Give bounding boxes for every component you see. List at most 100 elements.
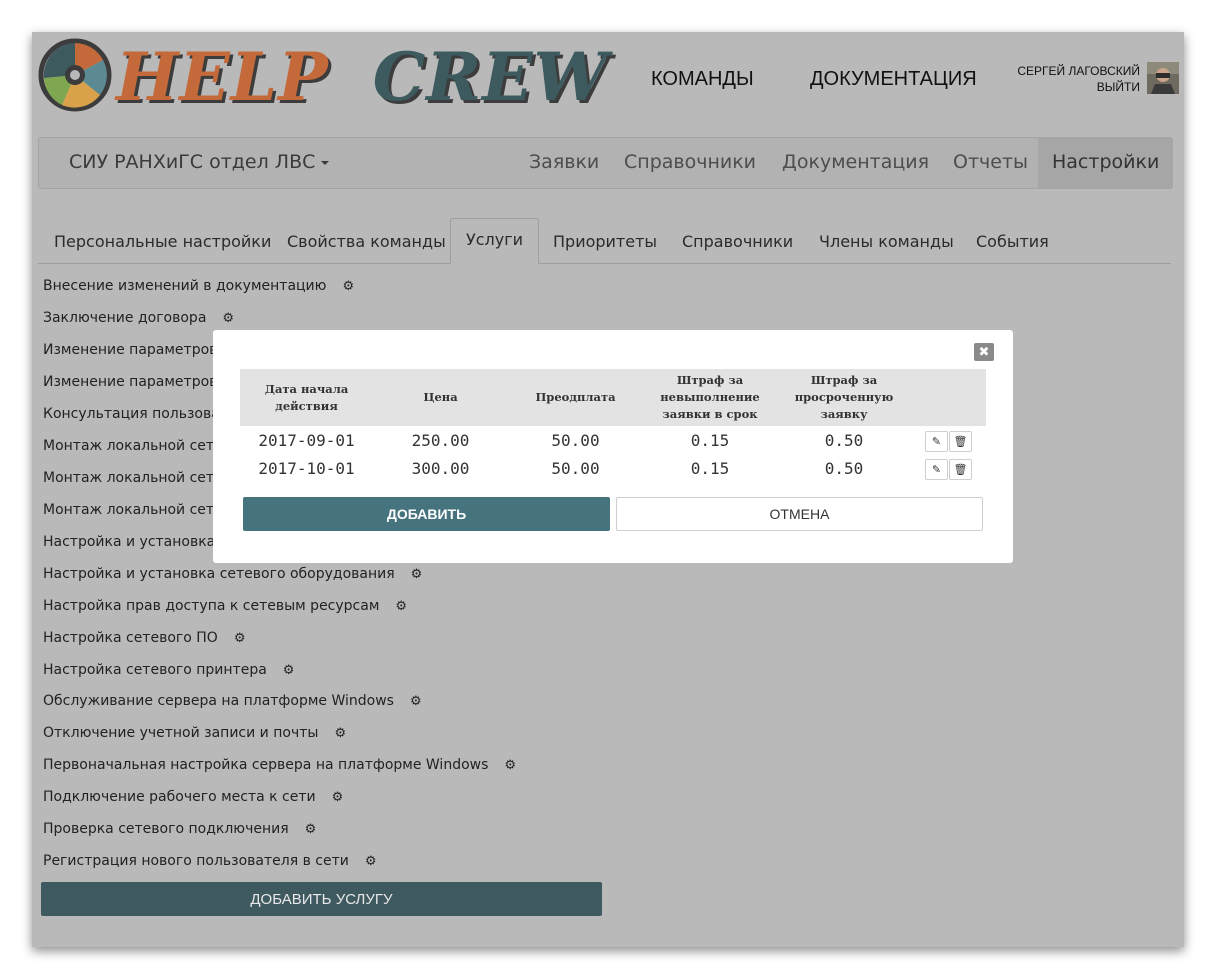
service-name[interactable]: Проверка сетевого подключения <box>43 821 289 837</box>
team-selector[interactable]: СИУ РАНХиГС отдел ЛВС <box>69 151 330 173</box>
service-item: Подключение рабочего места к сети ⚙ <box>43 789 343 805</box>
logo-word-help: HELP <box>116 38 329 116</box>
cell-fine-late: 0.50 <box>824 458 864 478</box>
service-name[interactable]: Консультация пользовате <box>43 406 237 422</box>
logo-word-crew: CREW <box>372 38 609 116</box>
logo-wheel-icon <box>38 38 112 112</box>
nav-requests[interactable]: Заявки <box>529 151 599 173</box>
service-item: Заключение договора ⚙ <box>43 310 234 326</box>
service-name[interactable]: Регистрация нового пользователя в сети <box>43 853 349 869</box>
top-nav-documentation[interactable]: ДОКУМЕНТАЦИЯ <box>810 68 977 91</box>
cell-prepayment: 50.00 <box>551 430 600 450</box>
service-item: Настройка сетевого принтера ⚙ <box>43 662 294 678</box>
service-item: Изменение параметров д <box>43 342 232 358</box>
service-name[interactable]: Настройка и установка се <box>43 534 236 550</box>
service-item: Консультация пользовате <box>43 406 237 422</box>
trash-icon[interactable]: 🗑 <box>949 431 972 452</box>
settings-tabs: Персональные настройки Свойства команды … <box>38 218 1171 264</box>
user-menu: СЕРГЕЙ ЛАГОВСКИЙ ВЫЙТИ <box>1017 63 1140 95</box>
gear-icon[interactable]: ⚙ <box>395 599 407 614</box>
nav-reports[interactable]: Отчеты <box>953 151 1028 173</box>
service-name[interactable]: Изменение параметров д <box>43 342 232 358</box>
gear-icon[interactable]: ⚙ <box>411 567 423 582</box>
nav-references[interactable]: Справочники <box>624 151 756 173</box>
gear-icon[interactable]: ⚙ <box>410 694 422 709</box>
tab-references[interactable]: Справочники <box>682 232 793 251</box>
service-name[interactable]: Обслуживание сервера на платформе Window… <box>43 693 394 709</box>
nav-settings-label: Настройки <box>1052 151 1160 173</box>
tab-priorities[interactable]: Приоритеты <box>553 232 657 251</box>
service-name[interactable]: Внесение изменений в документацию <box>43 278 326 294</box>
column-header-price: Цена <box>423 390 458 404</box>
cell-fine-failure: 0.15 <box>690 458 730 478</box>
cell-price: 300.00 <box>411 458 470 478</box>
service-item: Монтаж локальной сети н <box>43 438 237 454</box>
cell-price: 250.00 <box>411 430 470 450</box>
column-header-prepayment: Преодплата <box>535 390 616 404</box>
team-name: СИУ РАНХиГС отдел ЛВС <box>69 151 316 173</box>
service-item: Первоначальная настройка сервера на плат… <box>43 757 516 773</box>
trash-icon[interactable]: 🗑 <box>949 459 972 480</box>
tab-personal-settings[interactable]: Персональные настройки <box>54 232 271 251</box>
service-name[interactable]: Монтаж локальной сети с <box>43 502 235 518</box>
nav-settings[interactable]: Настройки <box>1038 138 1172 188</box>
user-name[interactable]: СЕРГЕЙ ЛАГОВСКИЙ <box>1017 63 1140 79</box>
service-price-modal: ✖ Дата начала действия Цена Преодплата Ш… <box>213 330 1013 563</box>
cell-fine-late: 0.50 <box>824 430 864 450</box>
table-row: 2017-10-01 300.00 50.00 0.15 0.50 ✎ 🗑 <box>240 454 986 482</box>
service-name[interactable]: Первоначальная настройка сервера на плат… <box>43 757 488 773</box>
service-name[interactable]: Отключение учетной записи и почты <box>43 725 318 741</box>
gear-icon[interactable]: ⚙ <box>234 631 246 646</box>
cell-prepayment: 50.00 <box>551 458 600 478</box>
avatar-image <box>1147 62 1179 94</box>
gear-icon[interactable]: ⚙ <box>305 822 317 837</box>
service-item: Настройка сетевого ПО ⚙ <box>43 630 245 646</box>
gear-icon[interactable]: ⚙ <box>332 790 344 805</box>
service-item: Настройка и установка сетевого оборудова… <box>43 566 422 582</box>
service-name[interactable]: Монтаж локальной сети н <box>43 438 237 454</box>
service-name[interactable]: Настройка прав доступа к сетевым ресурса… <box>43 598 379 614</box>
service-item: Внесение изменений в документацию ⚙ <box>43 278 354 294</box>
tab-team-members[interactable]: Члены команды <box>819 232 954 251</box>
service-item: Настройка прав доступа к сетевым ресурса… <box>43 598 407 614</box>
column-header-start-date: Дата начала действия <box>264 381 349 413</box>
service-name[interactable]: Подключение рабочего места к сети <box>43 789 316 805</box>
top-nav-teams[interactable]: КОМАНДЫ <box>651 68 754 91</box>
logo-text: HELP CREW <box>116 34 609 120</box>
logout-link[interactable]: ВЫЙТИ <box>1017 79 1140 95</box>
service-item: Монтаж локальной сети н <box>43 470 237 486</box>
pencil-icon[interactable]: ✎ <box>925 459 948 480</box>
tab-services[interactable]: Услуги <box>450 218 540 264</box>
cancel-button[interactable]: ОТМЕНА <box>616 497 983 531</box>
service-name[interactable]: Настройка сетевого принтера <box>43 662 267 678</box>
service-name[interactable]: Заключение договора <box>43 310 206 326</box>
tab-team-properties[interactable]: Свойства команды <box>287 232 446 251</box>
team-navbar: СИУ РАНХиГС отдел ЛВС Заявки Справочники… <box>38 137 1173 189</box>
cell-start-date: 2017-09-01 <box>258 430 355 450</box>
avatar[interactable] <box>1147 62 1179 94</box>
add-service-button[interactable]: ДОБАВИТЬ УСЛУГУ <box>41 882 602 916</box>
service-name[interactable]: Монтаж локальной сети н <box>43 470 237 486</box>
service-item: Проверка сетевого подключения ⚙ <box>43 821 316 837</box>
service-item: Настройка и установка се <box>43 534 236 550</box>
service-item: Отключение учетной записи и почты ⚙ <box>43 725 346 741</box>
caret-down-icon <box>321 160 330 165</box>
gear-icon[interactable]: ⚙ <box>504 758 516 773</box>
gear-icon[interactable]: ⚙ <box>342 279 354 294</box>
nav-documentation[interactable]: Документация <box>782 151 929 173</box>
pencil-icon[interactable]: ✎ <box>925 431 948 452</box>
cell-start-date: 2017-10-01 <box>258 458 355 478</box>
gear-icon[interactable]: ⚙ <box>365 854 377 869</box>
column-header-fine-failure: Штраф за невыполнение заявки в срок <box>660 373 760 421</box>
service-name[interactable]: Настройка сетевого ПО <box>43 630 218 646</box>
tab-events[interactable]: События <box>976 232 1049 251</box>
price-table-header: Дата начала действия Цена Преодплата Штр… <box>240 369 986 426</box>
close-icon[interactable]: ✖ <box>974 343 994 361</box>
add-price-button[interactable]: ДОБАВИТЬ <box>243 497 610 531</box>
column-header-fine-late: Штраф за просроченную заявку <box>794 373 894 421</box>
gear-icon[interactable]: ⚙ <box>283 663 295 678</box>
gear-icon[interactable]: ⚙ <box>334 726 346 741</box>
service-name[interactable]: Настройка и установка сетевого оборудова… <box>43 566 395 582</box>
gear-icon[interactable]: ⚙ <box>222 311 234 326</box>
service-name[interactable]: Изменение параметров п <box>43 374 231 390</box>
